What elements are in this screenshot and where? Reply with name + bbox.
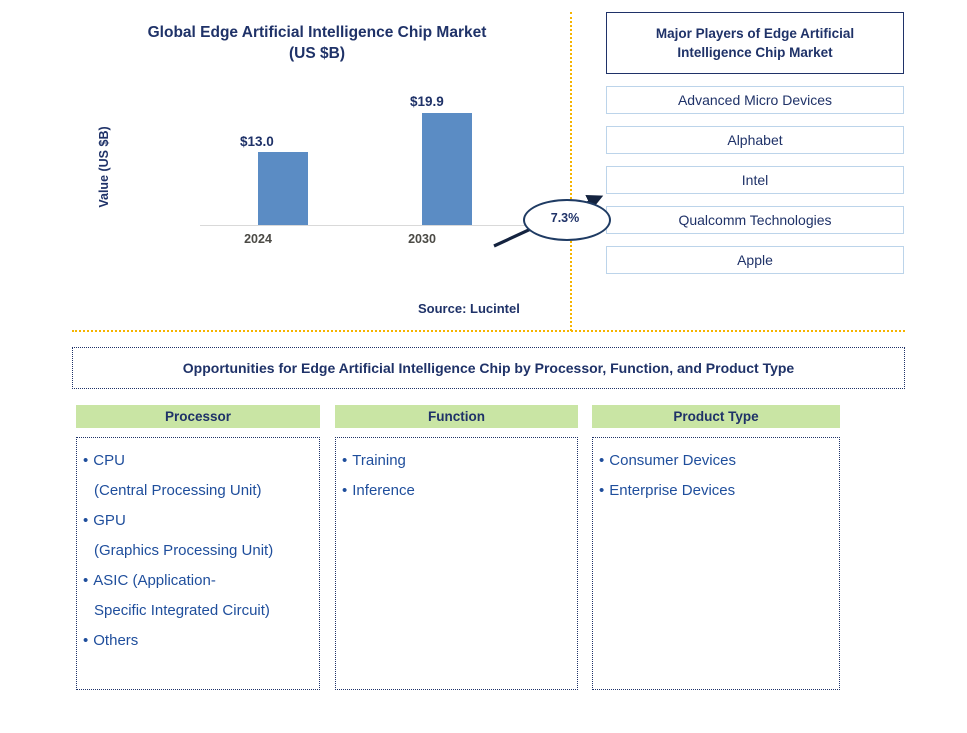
segment-body: • CPU (Central Processing Unit) • GPU (Gra… [76,437,320,690]
bar-2030 [422,113,472,226]
list-item: • GPU [83,506,313,536]
list-item: • CPU [83,446,313,476]
bullet-icon: • [83,452,89,469]
list-item-label: Consumer Devices [609,452,736,469]
bullet-icon: • [83,572,89,589]
chart-axis-line [200,225,530,226]
vertical-divider [570,12,572,331]
cagr-value: 7.3% [550,211,580,225]
list-item: • Consumer Devices [599,446,833,476]
list-item-label: Inference [352,482,415,499]
segment-body: • Consumer Devices • Enterprise Devices [592,437,840,690]
horizontal-divider [72,330,905,332]
segment-column-product-type: Product Type • Consumer Devices • Enterpri… [592,405,840,690]
segment-header: Function [335,405,578,428]
bullet-icon: • [342,452,348,469]
player-item[interactable]: Qualcomm Technologies [606,206,904,234]
chart-title-line2: (US $B) [289,45,345,62]
major-players-panel: Major Players of Edge Artificial Intelli… [606,12,904,274]
segment-body: • Training • Inference [335,437,578,690]
source-label: Source: Lucintel [418,301,520,316]
player-item[interactable]: Alphabet [606,126,904,154]
y-axis-label: Value (US $B) [97,126,111,208]
list-item: • Training [342,446,571,476]
bullet-icon: • [83,512,89,529]
major-players-header: Major Players of Edge Artificial Intelli… [606,12,904,74]
bar-value-2024: $13.0 [240,134,274,149]
segment-column-processor: Processor • CPU (Central Processing Unit)… [76,405,320,690]
list-item-label: Others [93,632,139,649]
bullet-icon: • [599,482,605,499]
list-item-label: CPU [93,452,125,469]
bullet-icon: • [83,632,89,649]
player-item[interactable]: Intel [606,166,904,194]
list-item-label: Training [352,452,406,469]
bar-2024 [258,152,308,226]
category-label-2030: 2030 [408,232,436,246]
chart-title: Global Edge Artificial Intelligence Chip… [72,22,562,64]
list-item: • Others [83,626,313,656]
bullet-icon: • [342,482,348,499]
list-item-continuation: (Central Processing Unit) [94,482,262,499]
player-item[interactable]: Apple [606,246,904,274]
chart-title-line1: Global Edge Artificial Intelligence Chip… [147,24,487,41]
opportunities-banner: Opportunities for Edge Artificial Intell… [72,347,905,389]
list-item: • Enterprise Devices [599,476,833,506]
list-item-label: GPU [93,512,126,529]
list-item-continuation: (Graphics Processing Unit) [94,542,274,559]
segment-header: Product Type [592,405,840,428]
segment-column-function: Function • Training • Inference [335,405,578,690]
chart-plot-area: $13.0 $19.9 7.3% [200,94,611,248]
list-item-label: Enterprise Devices [609,482,736,499]
bar-value-2030: $19.9 [410,94,444,109]
player-item[interactable]: Advanced Micro Devices [606,86,904,114]
category-label-2024: 2024 [244,232,272,246]
market-chart-panel: Global Edge Artificial Intelligence Chip… [72,10,611,330]
bullet-icon: • [599,452,605,469]
segment-header: Processor [76,405,320,428]
list-item: • Inference [342,476,571,506]
list-item-label: ASIC (Application- [93,572,216,589]
list-item-continuation: Specific Integrated Circuit) [94,602,270,619]
list-item: • ASIC (Application- [83,566,313,596]
